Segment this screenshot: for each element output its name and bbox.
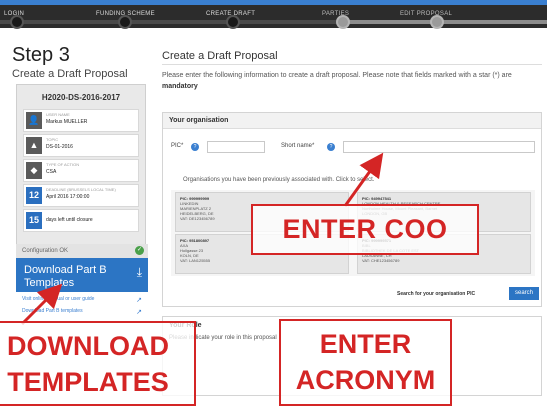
- download-templates-label: Download Part B Templates: [24, 264, 107, 289]
- progress-track-done: [0, 20, 345, 24]
- action-icon: ◆: [26, 162, 42, 179]
- external-link-icon: ↗: [136, 309, 142, 316]
- progress-dot-edit: [430, 15, 444, 29]
- templates-link[interactable]: Download Part B templates ↗: [16, 308, 148, 318]
- calendar-icon: 12: [26, 187, 42, 204]
- annotation-line: DOWNLOAD: [7, 331, 169, 361]
- topic-icon: ▲: [26, 137, 42, 154]
- org-line: VAT: LAN125555: [180, 258, 211, 263]
- templates-link-label: Download Part B templates: [22, 308, 83, 314]
- info-days-left: 15 days left until closure: [23, 209, 139, 232]
- info-user: 👤 USER NAME Markus MUELLER: [23, 109, 139, 132]
- annotation-line: TEMPLATES: [7, 367, 169, 397]
- pic-label: PIC*: [171, 143, 184, 149]
- info-label: TOPIC: [46, 137, 59, 142]
- info-value: DS-01-2016: [46, 144, 73, 150]
- short-name-label: Short name*: [281, 143, 315, 149]
- help-icon[interactable]: ?: [191, 143, 199, 151]
- info-deadline: 12 DEADLINE (Brussels Local Time) April …: [23, 184, 139, 207]
- configuration-label: Configuration OK: [22, 248, 69, 254]
- annotation-line: ENTER: [319, 329, 412, 359]
- info-label: DEADLINE (Brussels Local Time): [46, 187, 116, 192]
- search-button[interactable]: search: [509, 287, 539, 300]
- info-label: USER NAME: [46, 112, 70, 117]
- page-description: Please enter the following information t…: [162, 70, 540, 92]
- days-icon: 15: [26, 212, 42, 229]
- divider: [162, 64, 542, 65]
- mandatory-text: mandatory: [162, 83, 198, 90]
- info-action: ◆ TYPE OF ACTION CSA: [23, 159, 139, 182]
- page-title: Create a Draft Proposal: [162, 50, 278, 62]
- associated-orgs-text: Organisations you have been previously a…: [183, 177, 375, 183]
- description-text: Please enter the following information t…: [162, 72, 512, 79]
- search-pic-label: Search for your organisation PIC: [397, 291, 476, 297]
- manual-link-label: Visit online manual or user guide: [22, 296, 95, 302]
- progress-dot-login: [10, 15, 24, 29]
- progress-dot-parties: [336, 15, 350, 29]
- annotation-line: ACRONYM: [295, 365, 436, 395]
- external-link-icon: ↗: [136, 297, 142, 304]
- info-value: CSA: [46, 169, 57, 175]
- info-label: TYPE OF ACTION: [46, 162, 80, 167]
- step-title: Step 3: [12, 44, 70, 66]
- progress-dot-funding: [118, 15, 132, 29]
- pic-input[interactable]: [207, 141, 265, 153]
- check-icon: ✓: [135, 246, 144, 255]
- organisation-heading: Your organisation: [163, 113, 541, 129]
- info-topic: ▲ TOPIC DS-01-2016: [23, 134, 139, 157]
- user-icon: 👤: [26, 112, 42, 129]
- download-templates-button[interactable]: Download Part B Templates ⤓: [16, 258, 148, 292]
- info-value: days left until closure: [46, 217, 93, 223]
- info-value: April 2016 17:00:00: [46, 194, 90, 200]
- short-name-input[interactable]: [343, 141, 535, 153]
- manual-link[interactable]: Visit online manual or user guide ↗: [16, 296, 148, 306]
- annotation-enter-acronym: ENTER ACRONYM: [279, 319, 452, 406]
- progress-dot-draft: [226, 15, 240, 29]
- annotation-download-templates: DOWNLOAD TEMPLATES: [0, 321, 196, 406]
- step-subtitle: Create a Draft Proposal: [12, 68, 128, 80]
- call-identifier: H2020-DS-2016-2017: [41, 93, 121, 102]
- download-icon: ⤓: [136, 265, 142, 279]
- progress-step-edit: EDIT PROPOSAL: [400, 11, 453, 17]
- progress-bar: LOGIN FUNDING SCHEME CREATE DRAFT PARTIE…: [0, 0, 547, 29]
- proposal-info-card: H2020-DS-2016-2017 👤 USER NAME Markus MU…: [16, 84, 146, 252]
- org-line: VAT: CHE123456789: [362, 258, 400, 263]
- help-icon[interactable]: ?: [327, 143, 335, 151]
- info-value: Markus MUELLER: [46, 119, 88, 125]
- configuration-status: Configuration OK ✓: [16, 244, 148, 258]
- annotation-enter-coo: ENTER COO: [251, 204, 479, 255]
